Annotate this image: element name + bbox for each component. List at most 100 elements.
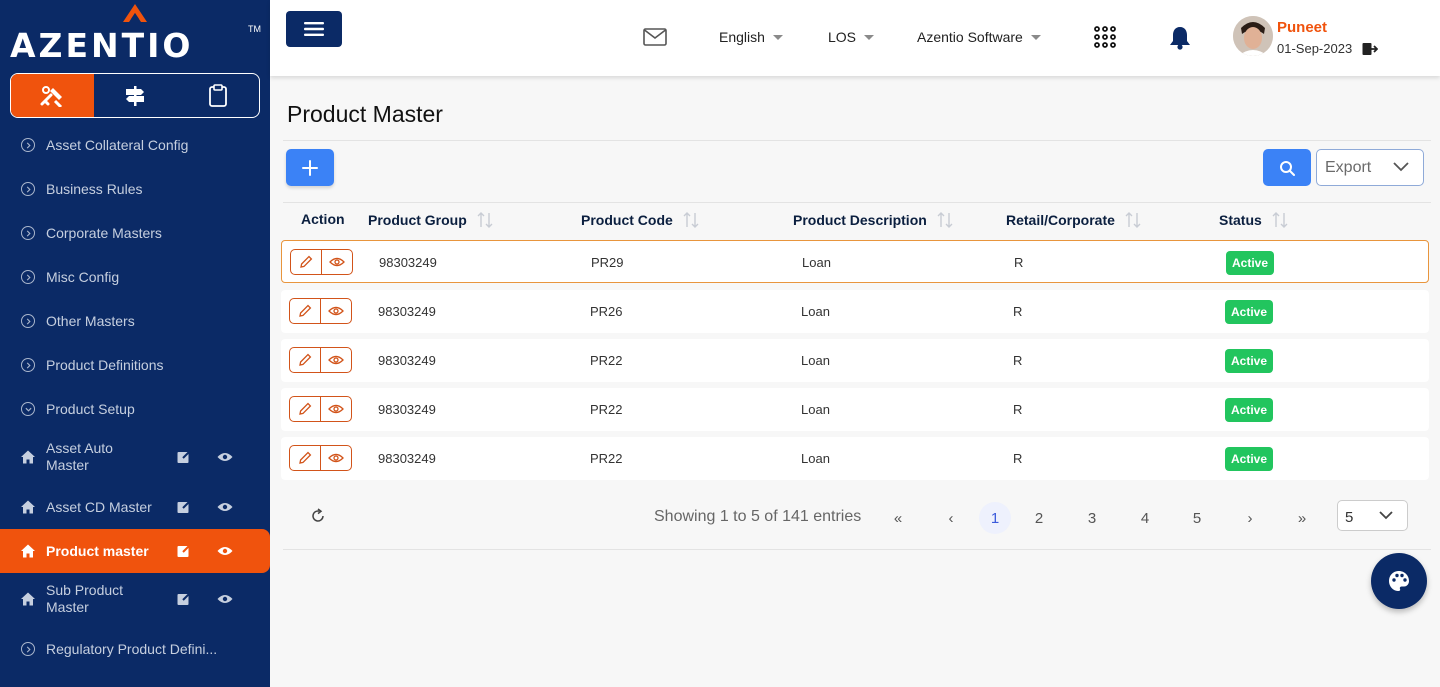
avatar[interactable] [1233,16,1273,56]
cell-retail-corporate: R [1013,451,1023,466]
sidebar-item-product-master[interactable]: Product master [0,529,270,573]
edit-icon[interactable] [177,544,191,558]
eye-icon [328,306,344,316]
page-button-1[interactable]: 1 [979,502,1011,534]
tab-clipboard[interactable] [176,74,259,117]
page-button-4[interactable]: 4 [1129,502,1161,534]
sidebar-item-asset-auto-master[interactable]: Asset Auto Master [0,439,270,475]
column-header-retail-corporate[interactable]: Retail/Corporate [1006,211,1141,229]
sort-icon[interactable] [477,211,493,229]
page-size-select[interactable]: 5 [1337,500,1408,531]
view-row-button[interactable] [321,348,351,372]
sort-icon[interactable] [937,211,953,229]
next-page-button[interactable]: › [1234,502,1266,534]
edit-icon[interactable] [177,592,191,606]
mail-icon[interactable] [643,28,667,46]
search-button[interactable] [1263,149,1311,186]
eye-icon[interactable] [217,501,233,513]
row-actions [290,249,353,275]
table-row[interactable]: 98303249 PR22 Loan R Active [281,388,1429,431]
sidebar-item-asset-cd-master[interactable]: Asset CD Master [0,497,270,517]
status-badge: Active [1226,251,1274,275]
row-actions [289,445,352,471]
chevron-right-circle-icon [21,138,35,152]
view-row-button[interactable] [321,446,351,470]
edit-row-button[interactable] [290,446,321,470]
sidebar-item-misc-config[interactable]: Misc Config [0,267,270,287]
cell-product-group: 98303249 [378,304,436,319]
eye-icon[interactable] [217,451,233,463]
pagination-info: Showing 1 to 5 of 141 entries [654,508,862,525]
tab-signpost[interactable] [94,74,177,117]
sort-icon[interactable] [683,211,699,229]
page-button-3[interactable]: 3 [1076,502,1108,534]
add-product-button[interactable] [286,149,334,186]
sidebar-item-corporate-masters[interactable]: Corporate Masters [0,223,270,243]
edit-icon[interactable] [177,450,191,464]
table-row[interactable]: 98303249 PR29 Loan R Active [281,240,1429,283]
sidebar-item-asset-collateral-config[interactable]: Asset Collateral Config [0,135,270,155]
chevron-right-circle-icon [21,642,35,656]
edit-row-button[interactable] [290,348,321,372]
sidebar-item-sub-product-master[interactable]: Sub Product Master [0,581,270,617]
table-row[interactable]: 98303249 PR26 Loan R Active [281,290,1429,333]
theme-palette-button[interactable] [1371,553,1427,609]
sort-icon[interactable] [1272,211,1288,229]
logout-icon[interactable] [1362,42,1378,56]
pencil-icon [299,353,312,366]
cell-retail-corporate: R [1013,353,1023,368]
module-dropdown[interactable]: LOS [828,29,875,45]
hamburger-menu-button[interactable] [286,11,342,47]
logo-text: AZENTIO [10,26,194,65]
sidebar-item-other-masters[interactable]: Other Masters [0,311,270,331]
sidebar-item-regulatory-product-definitions[interactable]: Regulatory Product Defini... [0,639,270,659]
sidebar: AZENTIO TM Asset Collateral Config Busin… [0,0,270,687]
sidebar-item-business-rules[interactable]: Business Rules [0,179,270,199]
view-row-button[interactable] [321,299,351,323]
pencil-icon [300,255,313,268]
eye-icon[interactable] [217,593,233,605]
signpost-icon [126,85,144,106]
column-header-product-description[interactable]: Product Description [793,211,953,229]
sidebar-item-product-definitions[interactable]: Product Definitions [0,355,270,375]
view-row-button[interactable] [322,250,352,274]
page-button-5[interactable]: 5 [1181,502,1213,534]
column-header-product-group[interactable]: Product Group [368,211,493,229]
column-header-status[interactable]: Status [1219,211,1288,229]
cell-product-group: 98303249 [378,402,436,417]
bell-icon[interactable] [1169,26,1191,50]
apps-grid-icon[interactable] [1094,26,1116,48]
eye-icon[interactable] [217,545,233,557]
sort-icon[interactable] [1125,211,1141,229]
clipboard-icon [208,83,227,107]
cell-product-description: Loan [801,304,830,319]
language-dropdown[interactable]: English [719,29,783,45]
status-badge: Active [1225,349,1273,373]
edit-row-button[interactable] [291,250,322,274]
refresh-icon[interactable] [310,508,326,524]
company-dropdown[interactable]: Azentio Software [917,29,1041,45]
edit-row-button[interactable] [290,397,321,421]
edit-icon[interactable] [177,500,191,514]
sidebar-item-product-setup[interactable]: Product Setup [0,399,270,419]
palette-icon [1389,571,1409,591]
edit-row-button[interactable] [290,299,321,323]
table-row[interactable]: 98303249 PR22 Loan R Active [281,339,1429,382]
export-dropdown[interactable]: Export [1316,149,1424,186]
view-row-button[interactable] [321,397,351,421]
tab-config-tools[interactable] [11,74,94,117]
home-icon [21,592,35,606]
last-page-button[interactable]: » [1286,502,1318,534]
column-header-product-code[interactable]: Product Code [581,211,699,229]
column-header-label: Product Code [581,212,673,228]
prev-page-button[interactable]: ‹ [935,502,967,534]
row-actions [289,298,352,324]
first-page-button[interactable]: « [882,502,914,534]
export-placeholder: Export [1325,158,1372,176]
table-row[interactable]: 98303249 PR22 Loan R Active [281,437,1429,480]
page-title: Product Master [287,101,443,127]
column-header-action: Action [301,211,345,227]
cell-product-description: Loan [801,451,830,466]
cell-product-code: PR26 [590,304,623,319]
page-button-2[interactable]: 2 [1023,502,1055,534]
